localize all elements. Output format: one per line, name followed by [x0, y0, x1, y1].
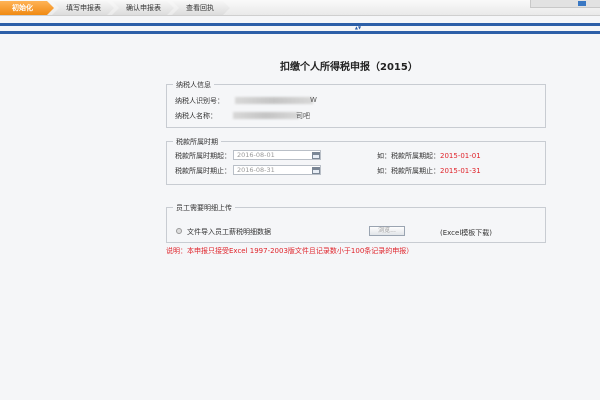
taxpayer-name-label: 纳税人名称：: [175, 112, 217, 120]
step-label: 查看回执: [186, 4, 214, 12]
calendar-icon[interactable]: [312, 167, 320, 174]
excel-template-download-link[interactable]: (Excel模板下载): [440, 228, 492, 238]
period-start-input[interactable]: [233, 150, 321, 160]
calendar-icon[interactable]: [312, 152, 320, 159]
step-view-receipt[interactable]: 查看回执: [172, 1, 230, 15]
tax-period-section: 税款所属时期 税款所属时期起： 税款所属时期止： 如：税款所属期起：2015-0…: [166, 137, 546, 185]
step-label: 初始化: [12, 4, 33, 12]
period-end-input[interactable]: [233, 165, 321, 175]
step-label: 确认申报表: [126, 4, 161, 12]
section-legend: 员工需要明细上传: [173, 203, 235, 213]
taxpayer-name-redacted: [233, 112, 299, 119]
taxpayer-id-tail: W: [310, 96, 317, 104]
hint-prefix: 如：税款所属期止：: [377, 167, 440, 175]
step-label: 填写申报表: [66, 4, 101, 12]
period-end-label: 税款所属时期止：: [175, 167, 231, 175]
hint-value: 2015-01-31: [440, 167, 481, 175]
step-fill-form[interactable]: 填写申报表: [52, 1, 114, 15]
window-control-icon: [578, 1, 586, 6]
period-start-hint: 如：税款所属期起：2015-01-01: [377, 151, 481, 161]
file-import-radio[interactable]: [176, 228, 182, 234]
taxpayer-info-section: 纳税人信息 纳税人识别号： W 纳税人名称： 司吧: [166, 80, 546, 128]
wizard-steps-bar: 初始化 填写申报表 确认申报表 查看回执: [0, 0, 600, 16]
period-end-hint: 如：税款所属期止：2015-01-31: [377, 166, 481, 176]
step-initialize[interactable]: 初始化: [0, 1, 54, 15]
step-confirm-form[interactable]: 确认申报表: [112, 1, 174, 15]
hint-prefix: 如：税款所属期起：: [377, 152, 440, 160]
taxpayer-id-redacted: [235, 97, 313, 104]
page-title: 扣缴个人所得税申报（2015）: [280, 62, 418, 73]
employee-upload-section: 员工需要明细上传 文件导入员工薪税明细数据 浏览... (Excel模板下载): [166, 203, 546, 243]
taxpayer-id-label: 纳税人识别号：: [175, 97, 224, 105]
collapse-arrow-icon[interactable]: ▲▼: [348, 26, 368, 30]
browse-button[interactable]: 浏览...: [369, 226, 405, 236]
period-start-label: 税款所属时期起：: [175, 152, 231, 160]
section-legend: 税款所属时期: [173, 137, 221, 147]
taxpayer-name-tail: 司吧: [296, 112, 310, 120]
header-divider-lower: [0, 31, 600, 34]
file-import-label: 文件导入员工薪税明细数据: [187, 228, 271, 236]
hint-value: 2015-01-01: [440, 152, 481, 160]
section-legend: 纳税人信息: [173, 80, 214, 90]
header-divider: [0, 23, 600, 26]
window-control[interactable]: [530, 0, 600, 8]
upload-note: 说明：本申报只接受Excel 1997-2003版文件且记录数小于100条记录的…: [166, 247, 414, 255]
